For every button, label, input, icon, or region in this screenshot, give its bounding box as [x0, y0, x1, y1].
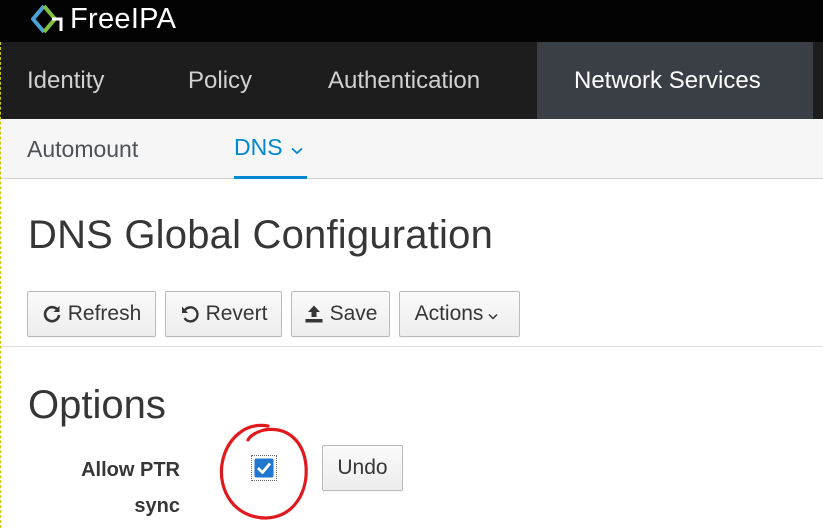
field-label-line: sync	[134, 495, 180, 517]
brand-logo[interactable]: FreeIPA	[30, 2, 176, 36]
save-label: Save	[329, 302, 378, 325]
field-label-line: Allow PTR	[81, 459, 180, 481]
refresh-button[interactable]: Refresh	[27, 291, 156, 337]
chevron-down-icon	[488, 302, 504, 326]
primary-nav-network-services[interactable]: Network Services	[537, 42, 813, 119]
secondary-nav-automount[interactable]: Automount	[27, 119, 138, 179]
primary-nav-policy[interactable]: Policy	[150, 42, 290, 119]
primary-nav: Identity Policy Authentication Network S…	[0, 42, 823, 119]
undo-label: Undo	[337, 456, 388, 479]
freeipa-logo-icon	[31, 4, 63, 34]
primary-nav-label: Network Services	[574, 66, 761, 94]
actions-label: Actions	[414, 302, 484, 325]
section-divider	[0, 346, 823, 347]
allow-ptr-sync-label: Allow PTR sync	[60, 452, 180, 524]
primary-nav-authentication[interactable]: Authentication	[290, 42, 537, 119]
upload-icon	[305, 305, 323, 323]
revert-label: Revert	[205, 302, 268, 325]
refresh-label: Refresh	[67, 302, 142, 325]
primary-nav-label: Identity	[27, 66, 105, 94]
chevron-down-icon	[290, 134, 303, 161]
page-title: DNS Global Configuration	[28, 213, 494, 257]
primary-nav-identity[interactable]: Identity	[0, 42, 150, 119]
revert-icon	[181, 306, 199, 323]
options-section-title: Options	[28, 383, 166, 427]
allow-ptr-sync-checkbox[interactable]	[251, 455, 277, 481]
brand-bar: FreeIPA	[0, 0, 823, 42]
primary-nav-label: Policy	[188, 66, 253, 94]
save-button[interactable]: Save	[291, 291, 390, 337]
secondary-nav: Automount DNS	[0, 119, 823, 179]
actions-dropdown-button[interactable]: Actions	[399, 291, 520, 337]
allow-ptr-sync-checkbox-wrap	[251, 455, 277, 481]
undo-button[interactable]: Undo	[322, 445, 403, 491]
checkmark-icon	[254, 458, 274, 478]
secondary-nav-label: DNS	[234, 134, 283, 160]
brand-name: FreeIPA	[70, 3, 177, 35]
refresh-icon	[43, 305, 61, 323]
frame-edge	[0, 42, 1, 528]
secondary-nav-label: Automount	[27, 135, 139, 162]
secondary-nav-dns[interactable]: DNS	[234, 119, 307, 179]
revert-button[interactable]: Revert	[165, 291, 282, 337]
primary-nav-label: Authentication	[328, 66, 481, 94]
